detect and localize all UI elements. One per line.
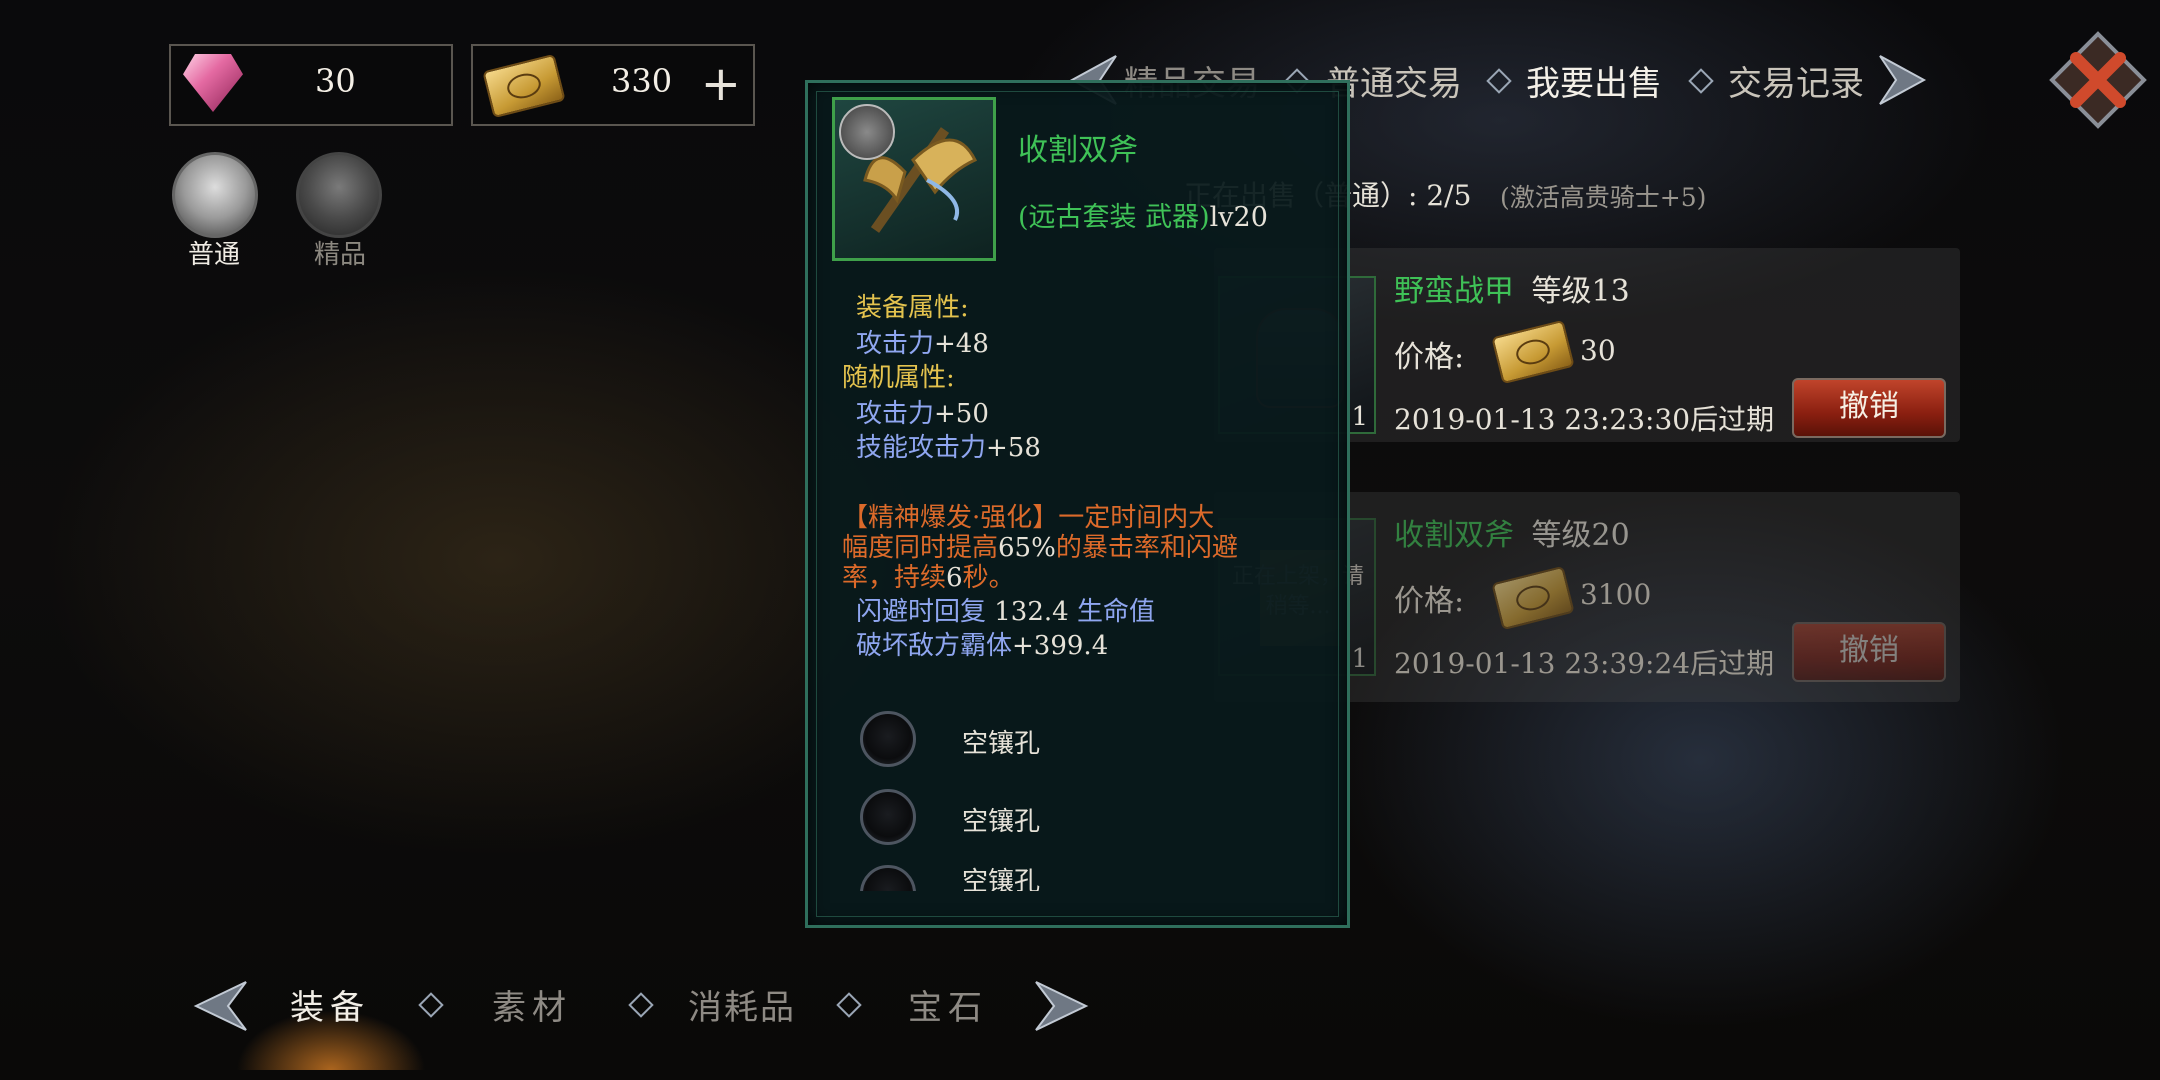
effect-text: 破坏敌方霸体 xyxy=(856,631,1013,661)
item-level: 等级20 xyxy=(1531,518,1630,553)
effect-value: 132.4 xyxy=(994,597,1069,627)
socket-label: 空镶孔 xyxy=(962,729,1041,759)
tooltip-item-thumbnail xyxy=(832,97,996,261)
compare-scale-icon[interactable] xyxy=(839,104,895,160)
attr-value: +48 xyxy=(934,329,989,359)
empty-socket-icon xyxy=(860,789,916,845)
expire-time: 2019-01-13 23:23:30后过期 xyxy=(1394,403,1775,436)
listing-title: 野蛮战甲 等级13 xyxy=(1394,266,1630,310)
effect-text: 闪避时回复 xyxy=(856,597,995,627)
tab-separator-icon xyxy=(628,992,654,1018)
effect-text: 生命值 xyxy=(1068,597,1155,627)
bottom-right-arrow-icon[interactable] xyxy=(1030,976,1090,1036)
item-name: 收割双斧 xyxy=(1394,518,1514,553)
empty-socket-icon xyxy=(860,711,916,767)
extra-effect-line: 破坏敌方霸体+399.4 xyxy=(856,625,1108,662)
item-name: 野蛮战甲 xyxy=(1394,274,1514,309)
cancel-listing-button[interactable]: 撤销 xyxy=(1792,378,1946,438)
random-attr-title: 随机属性: xyxy=(842,363,955,393)
tab-equipment[interactable]: 装备 xyxy=(290,980,370,1029)
socket-clip: 空镶孔 xyxy=(808,863,1338,891)
tooltip-item-name: 收割双斧 xyxy=(1018,133,1138,168)
tab-sell[interactable]: 我要出售 xyxy=(1526,56,1662,105)
tabs-right-arrow-icon[interactable] xyxy=(1874,50,1930,110)
random-attr-line: 技能攻击力+58 xyxy=(856,427,1041,464)
tab-separator-icon xyxy=(1486,68,1512,94)
attr-name: 攻击力 xyxy=(856,399,935,429)
tab-separator-icon xyxy=(836,992,862,1018)
category-normal-label: 普通 xyxy=(188,240,241,270)
ticket-currency-box: 330 + xyxy=(471,44,755,126)
extra-effect-line: 闪避时回复 132.4 生命值 xyxy=(856,591,1155,628)
item-price: 30 xyxy=(1580,334,1616,367)
tooltip-item-type: (远古套装 武器)lv20 xyxy=(1018,195,1268,234)
item-price: 3100 xyxy=(1580,578,1652,611)
item-level-text: lv20 xyxy=(1209,202,1268,233)
category-normal-button[interactable]: 普通 xyxy=(168,152,264,272)
listing-title: 收割双斧 等级20 xyxy=(1394,510,1630,554)
tab-separator-icon xyxy=(1688,68,1714,94)
equip-attr-title: 装备属性: xyxy=(856,293,969,323)
attr-value: +58 xyxy=(986,433,1041,463)
skill-desc-line: 率，持续6秒。 xyxy=(842,557,1015,594)
socket-label: 空镶孔 xyxy=(962,807,1041,837)
gem-amount: 30 xyxy=(315,62,356,100)
expire-time: 2019-01-13 23:39:24后过期 xyxy=(1394,647,1775,680)
add-currency-button[interactable]: + xyxy=(701,60,741,108)
tab-materials[interactable]: 素材 xyxy=(492,980,572,1029)
ticket-amount: 330 xyxy=(611,62,673,100)
skill-text: 的暴击率和闪避 xyxy=(1055,533,1238,563)
tab-gems[interactable]: 宝石 xyxy=(908,980,988,1029)
price-label: 价格: xyxy=(1394,340,1465,375)
random-attr-line: 攻击力+50 xyxy=(856,393,989,430)
effect-value: +399.4 xyxy=(1012,631,1109,661)
gold-ticket-icon xyxy=(482,53,566,119)
item-level: 等级13 xyxy=(1531,274,1630,309)
item-type-text: (远古套装 武器) xyxy=(1018,202,1210,233)
skill-number: 6 xyxy=(946,563,963,593)
pink-diamond-icon xyxy=(183,54,243,112)
tab-consumables[interactable]: 消耗品 xyxy=(688,980,796,1029)
socket-label: 空镶孔 xyxy=(962,867,1041,891)
selling-bonus: (激活高贵骑士+5) xyxy=(1500,183,1707,212)
equip-attr-line: 攻击力+48 xyxy=(856,323,989,360)
skill-text: 率，持续 xyxy=(842,563,947,593)
close-button[interactable] xyxy=(2048,30,2148,130)
item-tooltip-panel: 收割双斧 (远古套装 武器)lv20 装备属性: 攻击力+48 随机属性: 攻击… xyxy=(805,80,1350,928)
attr-value: +50 xyxy=(934,399,989,429)
sparkle-hands-icon xyxy=(296,152,382,238)
item-count: 1 xyxy=(1351,402,1368,432)
skill-text: 秒。 xyxy=(962,563,1015,593)
empty-socket-icon xyxy=(860,865,916,891)
category-premium-label: 精品 xyxy=(314,240,367,270)
gem-currency-box: 30 xyxy=(169,44,453,126)
price-label: 价格: xyxy=(1394,584,1465,619)
money-bag-hand-icon xyxy=(172,152,258,238)
attr-name: 技能攻击力 xyxy=(856,433,987,463)
cancel-listing-button[interactable]: 撤销 xyxy=(1792,622,1946,682)
category-premium-button[interactable]: 精品 xyxy=(292,152,388,272)
item-count: 1 xyxy=(1351,644,1368,674)
attr-name: 攻击力 xyxy=(856,329,935,359)
tab-trade-record[interactable]: 交易记录 xyxy=(1728,56,1864,105)
